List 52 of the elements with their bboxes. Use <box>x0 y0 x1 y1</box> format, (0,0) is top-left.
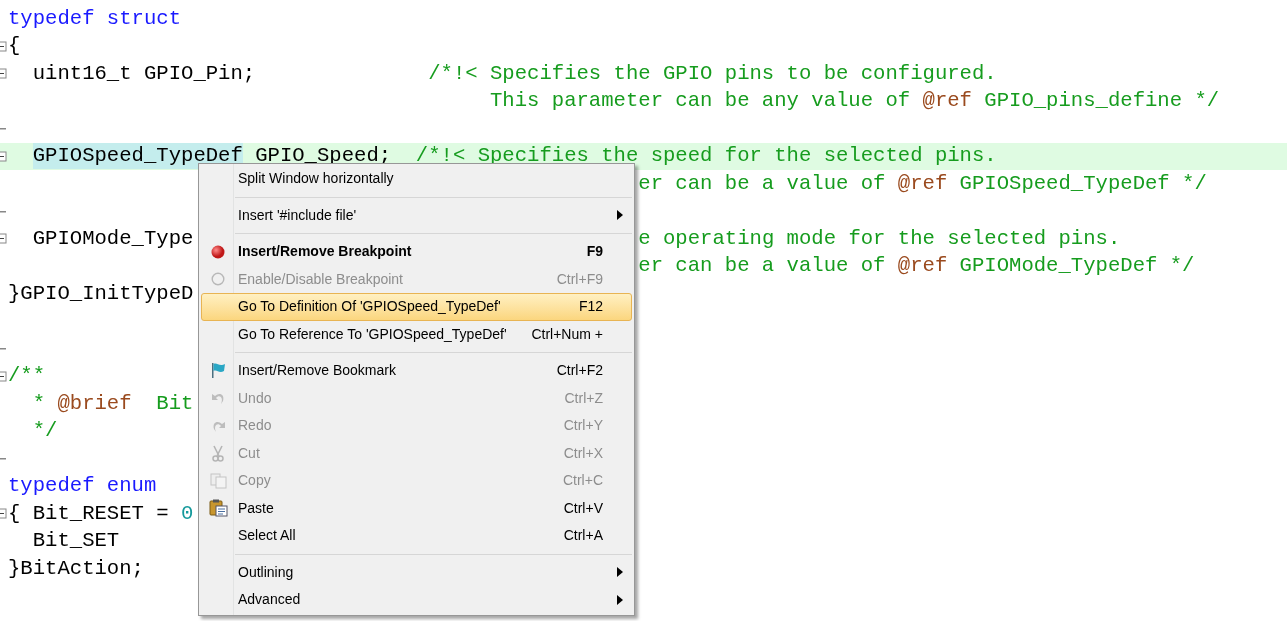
submenu-arrow-icon <box>617 567 623 578</box>
submenu-arrow-icon <box>617 594 623 605</box>
code-text: GPIOMode_Type <box>32 225 194 252</box>
code-text: typedef struct <box>8 5 182 32</box>
highlighted-identifier: GPIOSpeed_TypeDef <box>32 143 243 170</box>
code-text: }BitAction; <box>8 555 144 582</box>
fold-toggle-icon[interactable] <box>0 508 7 519</box>
fold-toggle-icon[interactable] <box>0 68 7 79</box>
code-text: @ref <box>922 88 972 115</box>
code-text: er can be a value of <box>638 170 887 197</box>
circle-outline-icon <box>211 272 225 287</box>
code-text: GPIO_pins_define */ <box>984 88 1220 115</box>
code-text: /*!< Specifies the GPIO pins to be configured. <box>428 60 997 87</box>
submenu-arrow-icon <box>617 210 623 221</box>
fold-toggle-icon[interactable] <box>0 370 7 382</box>
copy-icon <box>209 472 227 489</box>
code-text: uint16_t GPIO_Pin; <box>32 60 257 87</box>
flag-icon <box>209 362 227 380</box>
code-text: e operating mode for the selected pins. <box>638 225 1121 252</box>
code-text: Bit <box>156 390 194 417</box>
code-text: { Bit_RESET = <box>8 500 170 527</box>
menu-item[interactable]: Select All Ctrl+A <box>201 522 632 550</box>
code-text: GPIOMode_TypeDef */ <box>959 253 1195 280</box>
code-text: er can be a value of <box>638 253 887 280</box>
undo-icon <box>210 391 226 406</box>
code-text: /** <box>8 363 46 390</box>
code-text: * <box>32 390 47 417</box>
code-text: 0 <box>181 500 194 527</box>
code-text: Bit_SET <box>32 528 120 555</box>
menu-item[interactable]: Go To Reference To 'GPIOSpeed_TypeDef' Ctrl+Num + <box>201 320 632 348</box>
menu-item[interactable]: Go To Definition Of 'GPIOSpeed_TypeDef' F12 <box>201 293 632 321</box>
code-text: { <box>8 33 21 60</box>
code-text: */ <box>32 418 58 445</box>
fold-toggle-icon[interactable] <box>0 40 7 52</box>
breakpoint-dot-icon <box>211 244 225 259</box>
fold-toggle-icon[interactable] <box>0 150 7 162</box>
menu-item[interactable]: Insert/Remove Breakpoint F9 <box>201 238 632 266</box>
code-text: @ref <box>897 170 948 197</box>
code-text: @brief <box>57 390 132 417</box>
code-text: GPIOSpeed_TypeDef */ <box>959 170 1207 197</box>
menu-item[interactable]: Paste Ctrl+V <box>201 494 632 522</box>
code-text: typedef enum <box>8 473 157 500</box>
menu-item[interactable]: Advanced <box>201 586 632 614</box>
code-text: This parameter can be any value of <box>490 88 912 115</box>
clipboard-icon <box>208 499 228 518</box>
fold-toggle-icon[interactable] <box>0 233 7 244</box>
menu-item[interactable]: Insert '#include file' <box>201 201 632 229</box>
menu-item[interactable]: Outlining <box>201 558 632 586</box>
scissors-icon <box>212 444 224 462</box>
code-text: }GPIO_InitTypeD <box>8 280 194 307</box>
code-text: @ref <box>897 253 948 280</box>
menu-item[interactable]: Insert/Remove Bookmark Ctrl+F2 <box>201 357 632 385</box>
